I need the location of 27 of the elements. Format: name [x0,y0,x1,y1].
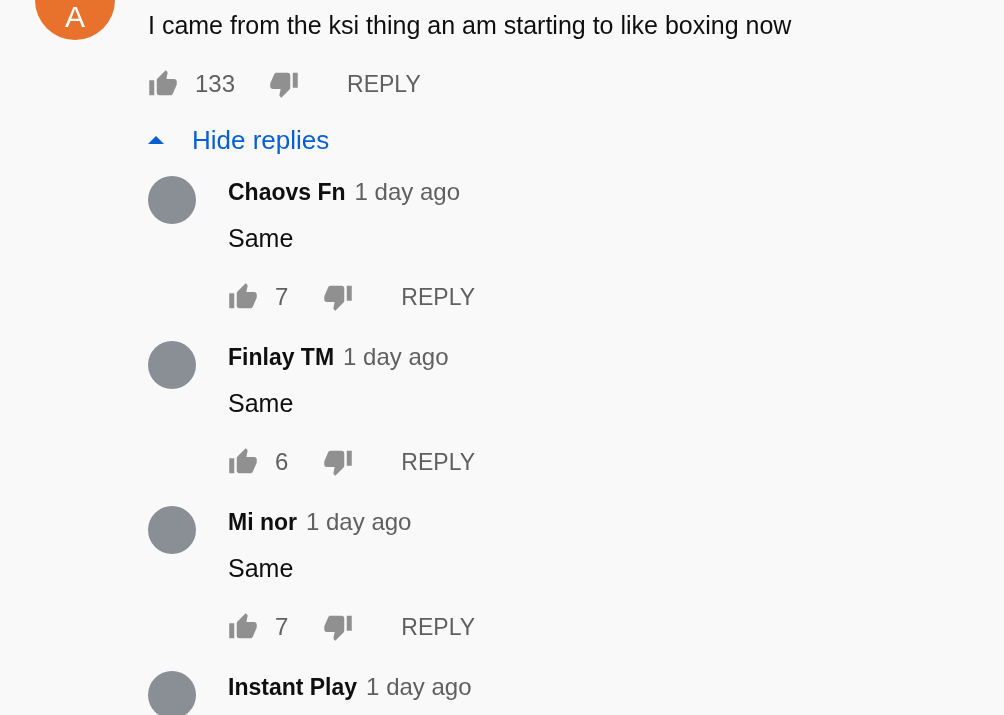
caret-icon[interactable] [148,136,164,144]
author-name[interactable]: Instant Play [228,673,358,701]
avatar-placeholder [148,671,196,715]
like-count: 7 [275,613,289,641]
reply-text: Same [228,553,295,584]
timestamp[interactable]: 1 day ago [354,178,460,206]
like-count: 6 [275,448,289,476]
letter-avatar: A [35,0,115,40]
timestamp[interactable]: 1 day ago [343,343,449,371]
like-count: 7 [275,283,289,311]
timestamp[interactable]: 1 day ago [306,508,412,536]
avatar-placeholder [148,341,196,389]
avatar-placeholder [148,506,196,554]
hide-replies-link[interactable]: Hide replies [192,124,330,156]
reply-text: Same [228,388,295,419]
reply-button[interactable]: REPLY [401,613,476,641]
timestamp[interactable]: 1 day ago [366,673,472,701]
reply-button[interactable]: REPLY [401,283,476,311]
author-name[interactable]: Chaovs Fn [228,178,346,206]
comment-text: I came from the ksi thing an am starting to like boxing now [148,10,792,41]
author-name[interactable]: Mi nor [228,508,297,536]
avatar-placeholder [148,176,196,224]
reply-button[interactable]: REPLY [347,70,421,98]
reply-button[interactable]: REPLY [401,448,476,476]
author-name[interactable]: Finlay TM [228,343,335,371]
like-count: 133 [195,70,236,98]
reply-text: Same [228,223,295,254]
